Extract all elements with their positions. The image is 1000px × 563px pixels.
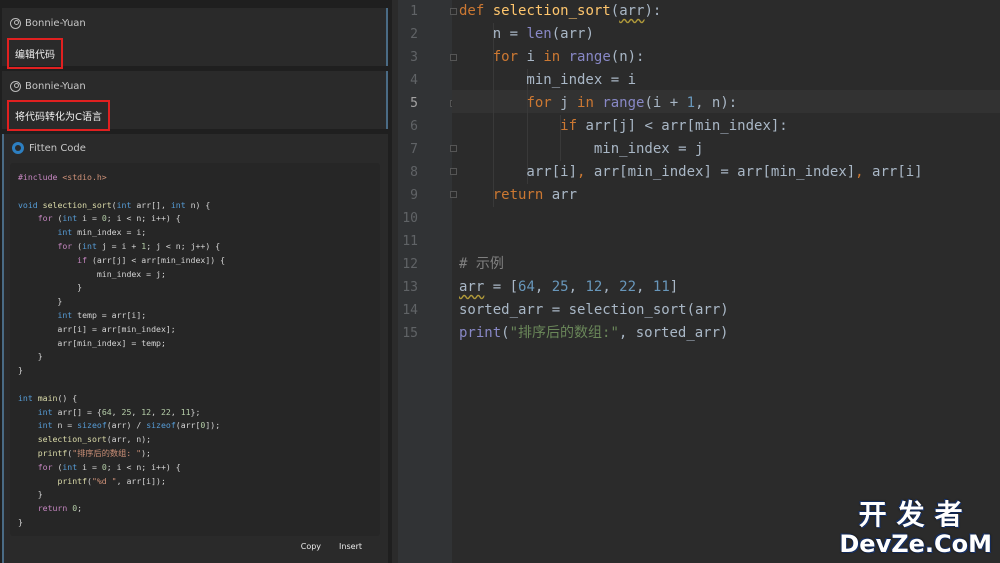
line-number: 9 <box>410 188 418 203</box>
line-number: 12 <box>402 257 418 272</box>
c-code-block[interactable]: #include <stdio.h> void selection_sort(i… <box>10 163 380 536</box>
c-code-text[interactable]: #include <stdio.h> void selection_sort(i… <box>18 171 225 530</box>
prompt-text: 编辑代码 <box>7 38 63 69</box>
watermark-en: DevZe.CoM <box>839 530 992 558</box>
line-number-active: 5 <box>410 96 418 111</box>
line-number: 8 <box>410 165 418 180</box>
message-header: Fitten Code <box>4 138 388 158</box>
user-avatar-icon <box>10 80 21 92</box>
fold-marker-icon[interactable] <box>450 8 457 15</box>
copy-button[interactable]: Copy <box>301 542 321 551</box>
message-header: Bonnie-Yuan <box>2 13 386 33</box>
line-number: 6 <box>410 119 418 134</box>
fold-marker-icon[interactable] <box>450 191 457 198</box>
author-name: Bonnie-Yuan <box>25 80 86 92</box>
line-number: 3 <box>410 50 418 65</box>
watermark-cn: 开发者 <box>858 498 973 531</box>
chat-panel: Bonnie-Yuan 编辑代码 Bonnie-Yuan 将代码转化为C语言 F… <box>0 0 392 563</box>
fold-marker-icon[interactable] <box>450 145 457 152</box>
code-editor[interactable]: 1 2 3 4 5 6 7 8 9 10 11 12 13 14 15 def … <box>398 0 1000 563</box>
line-number: 14 <box>402 303 418 318</box>
fitten-logo-icon <box>12 142 24 154</box>
line-number-gutter: 1 2 3 4 5 6 7 8 9 10 11 12 13 14 15 <box>398 0 452 563</box>
code-actions: Copy Insert <box>301 542 362 551</box>
line-number: 15 <box>402 326 418 341</box>
user-avatar-icon <box>10 17 21 29</box>
line-number: 11 <box>402 234 418 249</box>
watermark-logo: 开发者 DevZe.CoM <box>839 498 992 558</box>
message-header: Bonnie-Yuan <box>2 76 386 96</box>
assistant-name: Fitten Code <box>29 142 86 154</box>
line-number: 2 <box>410 27 418 42</box>
line-number: 10 <box>402 211 418 226</box>
user-message-1: Bonnie-Yuan 编辑代码 <box>2 8 388 69</box>
insert-button[interactable]: Insert <box>339 542 362 551</box>
fold-marker-icon[interactable] <box>450 168 457 175</box>
user-message-2: Bonnie-Yuan 将代码转化为C语言 <box>2 71 388 131</box>
fold-marker-icon[interactable] <box>450 54 457 61</box>
line-number: 1 <box>410 4 418 19</box>
line-number: 13 <box>402 280 418 295</box>
line-number: 7 <box>410 142 418 157</box>
author-name: Bonnie-Yuan <box>25 17 86 29</box>
prompt-text: 将代码转化为C语言 <box>7 100 110 131</box>
python-code[interactable]: def selection_sort(arr): n = len(arr) fo… <box>459 0 923 345</box>
line-number: 4 <box>410 73 418 88</box>
